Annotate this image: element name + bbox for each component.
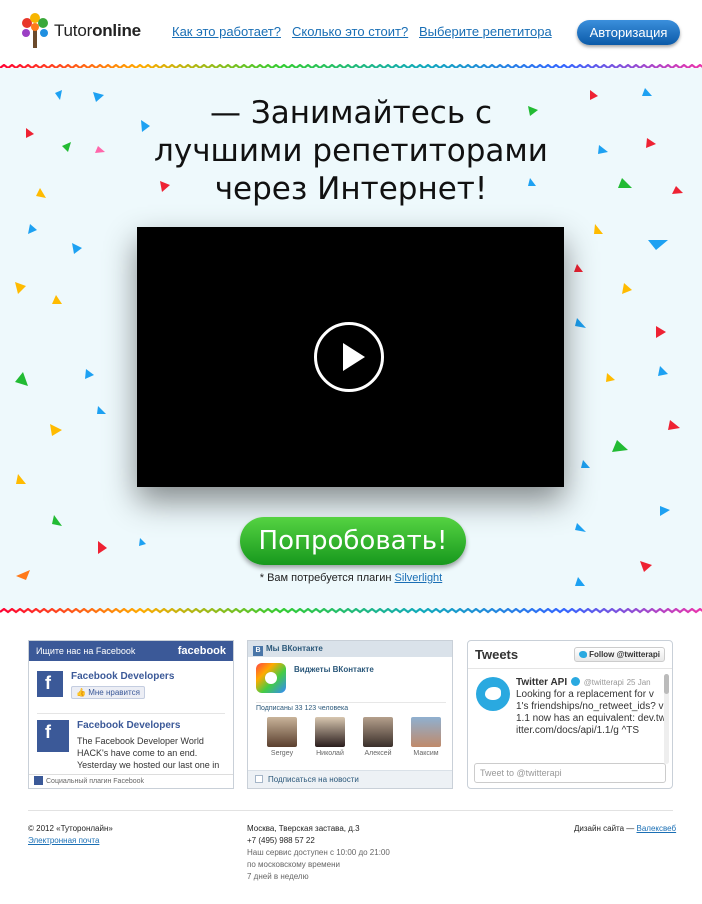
footer-right: Дизайн сайта — Валексвеб [574,823,676,835]
facebook-widget-header: Ищите нас на Facebook facebook [29,641,233,661]
hours-line-3: 7 дней в неделю [247,872,309,881]
verified-icon [570,677,580,686]
tweet: Twitter API @twitterapi 25 Jan Looking f… [476,677,666,737]
address: Москва, Тверская застава, д.3 [247,824,360,833]
twitter-bird-icon[interactable] [476,677,510,711]
facebook-post-text: The Facebook Developer World HACK's have… [77,736,220,770]
vk-subscribe-row[interactable]: Подписаться на новости [248,770,452,788]
tweet-date[interactable]: 25 Jan [627,678,651,687]
plugin-note: * Вам потребуется плагин Silverlight [0,572,702,584]
bottom-zigzag-border [0,608,702,614]
facebook-footer-text[interactable]: Социальный плагин Facebook [46,778,144,785]
facebook-post: Facebook Developers The Facebook Develop… [37,713,225,773]
tweet-author[interactable]: Twitter API [516,677,567,688]
facebook-icon[interactable] [37,720,69,752]
vk-widget: B Мы ВКонтакте Виджеты ВКонтакте Подписан… [247,640,453,789]
twitter-bird-icon [579,651,588,658]
twitter-widget-title: Tweets [475,647,519,662]
like-button-label: Мне нравится [88,688,140,697]
facebook-widget-title: Ищите нас на Facebook [36,646,136,656]
facebook-icon [34,776,43,785]
login-button[interactable]: Авторизация [577,20,680,45]
twitter-widget: Tweets Follow @twitterapi Twitter API @t… [467,640,673,789]
tweet-handle[interactable]: @twitterapi [584,678,624,687]
like-icon: 👍 [76,688,86,697]
nav-pricing[interactable]: Сколько это стоит? [292,24,408,39]
silverlight-link[interactable]: Silverlight [395,572,443,584]
avatar [267,717,297,747]
site-logo[interactable]: Tutoronline [20,12,141,50]
tweet-input[interactable]: Tweet to @twitterapi [474,763,666,783]
vk-person[interactable]: Алексей [354,717,402,757]
nav-choose-tutor[interactable]: Выберите репетитора [419,24,552,39]
hours-line-2: по московскому времени [247,860,340,869]
vk-person[interactable]: Sergey [258,717,306,757]
vk-person-name: Николай [316,750,344,757]
tree-logo-icon [22,13,48,48]
logo-text: Tutoronline [54,21,141,40]
subscribe-checkbox[interactable] [255,775,263,783]
try-button[interactable]: Попробовать! [240,517,466,565]
vk-subscribers-count: Подписаны 33 123 человека [256,702,446,712]
vk-person-name: Максим [413,750,439,757]
facebook-brand[interactable]: facebook [178,641,226,661]
facebook-post-author[interactable]: Facebook Developers [77,720,225,732]
follow-button[interactable]: Follow @twitterapi [574,647,665,662]
play-icon[interactable] [314,322,384,392]
facebook-widget-footer: Социальный плагин Facebook [29,774,233,788]
vk-group-avatar[interactable] [256,663,286,693]
hero-section: — Занимайтесь с лучшими репетиторами чер… [0,68,702,611]
nav-how-it-works[interactable]: Как это работает? [172,24,281,39]
hero-title: — Занимайтесь с лучшими репетиторами чер… [154,95,548,207]
avatar [411,717,441,747]
vk-icon: B [253,646,263,656]
footer-left: © 2012 «Туторонлайн» Электронная почта [28,823,113,847]
subscribe-label[interactable]: Подписаться на новости [268,775,359,784]
avatar [315,717,345,747]
vk-widget-title: Мы ВКонтакте [266,644,323,653]
design-label: Дизайн сайта — [574,824,635,833]
plugin-note-text: * Вам потребуется плагин [259,572,392,584]
hours-line-1: Наш сервис доступен с 10:00 до 21:00 [247,848,390,857]
tweet-text: Looking for a replacement for v1's frien… [516,689,666,736]
follow-button-label: Follow @twitterapi [589,650,660,659]
vk-person[interactable]: Максим [402,717,450,757]
vk-people-list: Sergey Николай Алексей Максим [258,717,450,757]
footer-divider [28,810,673,811]
copyright: © 2012 «Туторонлайн» [28,824,113,833]
facebook-page-row: Facebook Developers 👍 Мне нравится [37,671,174,700]
vk-widget-header: B Мы ВКонтакте [248,641,452,657]
facebook-page-name[interactable]: Facebook Developers [71,671,174,682]
site-header: Tutoronline Как это работает? Сколько эт… [0,0,702,64]
email-link[interactable]: Электронная почта [28,836,99,845]
design-link[interactable]: Валексвеб [637,824,677,833]
twitter-widget-header: Tweets Follow @twitterapi [468,641,672,669]
scrollbar[interactable] [664,674,669,764]
phone: +7 (495) 988 57 22 [247,836,315,845]
facebook-widget: Ищите нас на Facebook facebook Facebook … [28,640,234,789]
vk-group-name[interactable]: Виджеты ВКонтакте [294,665,374,674]
footer-contacts: Москва, Тверская застава, д.3 +7 (495) 9… [247,823,390,883]
like-button[interactable]: 👍 Мне нравится [71,686,145,699]
video-player[interactable] [137,227,564,487]
facebook-icon[interactable] [37,671,63,697]
vk-person[interactable]: Николай [306,717,354,757]
vk-person-name: Sergey [270,750,294,757]
avatar [363,717,393,747]
vk-person-name: Алексей [364,750,392,757]
